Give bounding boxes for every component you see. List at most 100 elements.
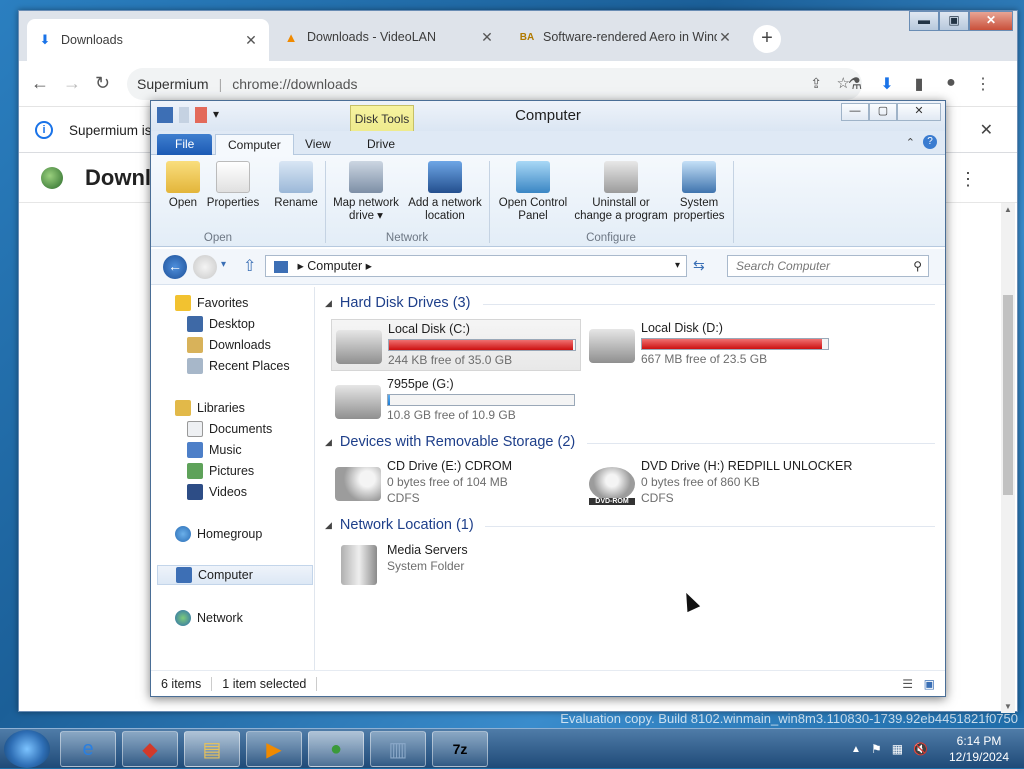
nav-label: Favorites — [197, 296, 249, 310]
tab-title: Software-rendered Aero in Windows — [543, 30, 717, 44]
action-center-flag-icon[interactable]: ⚑ — [871, 742, 882, 756]
tab-close-icon[interactable]: ✕ — [479, 29, 495, 46]
explorer-titlebar[interactable]: ▾ Computer — ▢ ✕ — [151, 101, 945, 131]
nav-computer[interactable]: Computer — [157, 565, 313, 585]
up-arrow-icon[interactable]: ⇧ — [243, 256, 256, 276]
infobar-text: Supermium is — [69, 122, 152, 138]
properties-button[interactable]: Properties — [205, 161, 261, 210]
back-icon[interactable]: ← — [31, 73, 49, 94]
nav-videos[interactable]: Videos — [187, 482, 247, 502]
help-icon[interactable]: ? — [923, 135, 937, 149]
nav-favorites[interactable]: Favorites — [175, 293, 248, 313]
infobar-close-icon[interactable]: ✕ — [980, 120, 993, 140]
labs-icon[interactable]: ⚗ — [845, 74, 865, 94]
taskbar-ie-icon[interactable]: e — [60, 731, 116, 767]
drive-g[interactable]: 7955pe (G:) 10.8 GB free of 10.9 GB — [331, 375, 581, 427]
forward-icon[interactable]: → — [63, 73, 81, 94]
tab-title: Downloads - VideoLAN — [307, 30, 437, 44]
volume-muted-icon[interactable]: 🔇 — [913, 742, 928, 756]
add-network-location-button[interactable]: Add a network location — [405, 161, 485, 223]
drive-c[interactable]: Local Disk (C:) 244 KB free of 35.0 GB — [331, 319, 581, 371]
forward-arrow-icon[interactable] — [193, 255, 217, 279]
minimize-button[interactable]: ▬ — [909, 11, 939, 31]
back-arrow-icon[interactable]: ← — [163, 255, 187, 279]
group-open-label: Open — [203, 232, 233, 244]
drive-e-cd[interactable]: CD Drive (E:) CDROM 0 bytes free of 104 … — [331, 457, 581, 509]
system-properties-button[interactable]: System properties — [671, 161, 727, 223]
details-view-icon[interactable]: ☰ — [902, 677, 913, 691]
more-actions-icon[interactable]: ⋮ — [959, 169, 977, 190]
scrollbar[interactable]: ▲ ▼ — [1001, 203, 1015, 713]
maximize-button[interactable]: ▣ — [939, 11, 969, 31]
nav-homegroup[interactable]: Homegroup — [175, 524, 262, 544]
nav-desktop[interactable]: Desktop — [187, 314, 255, 334]
recent-locations-icon[interactable]: ▾ — [221, 259, 226, 270]
menu-icon[interactable]: ⋮ — [973, 74, 993, 94]
open-button[interactable]: Open — [163, 161, 203, 210]
group-hard-disk-drives[interactable]: ◢ Hard Disk Drives (3) — [325, 293, 470, 313]
tab-close-icon[interactable]: ✕ — [243, 32, 259, 49]
minimize-ribbon-icon[interactable]: ⌃ — [906, 136, 915, 149]
nav-libraries[interactable]: Libraries — [175, 398, 245, 418]
drive-d[interactable]: Local Disk (D:) 667 MB free of 23.5 GB — [585, 319, 835, 371]
reload-icon[interactable]: ↻ — [95, 73, 110, 94]
new-tab-button[interactable]: + — [753, 25, 781, 53]
breadcrumb[interactable]: ▸ Computer ▸ ▾ — [265, 255, 687, 277]
nav-network[interactable]: Network — [175, 608, 243, 628]
refresh-icon[interactable]: ⇆ — [693, 257, 705, 274]
nav-documents[interactable]: Documents — [187, 419, 272, 439]
start-button[interactable] — [4, 730, 50, 768]
control-panel-label: Open Control Panel — [498, 197, 568, 222]
tab-file[interactable]: File — [157, 134, 213, 155]
desktop-icon — [187, 316, 203, 332]
omnibox[interactable]: Supermium | chrome://downloads ⇪ ☆ — [127, 68, 862, 100]
side-panel-icon[interactable]: ▮ — [909, 74, 929, 94]
search-icon: ⚲ — [913, 259, 922, 273]
close-button[interactable]: ✕ — [969, 11, 1013, 31]
tab-close-icon[interactable]: ✕ — [717, 29, 733, 46]
tab-videolan[interactable]: ▲ Downloads - VideoLAN ✕ — [273, 19, 505, 55]
nav-music[interactable]: Music — [187, 440, 242, 460]
music-icon — [187, 442, 203, 458]
profile-icon[interactable]: ● — [941, 74, 961, 92]
nav-recent-places[interactable]: Recent Places — [187, 356, 290, 376]
scroll-up-icon[interactable]: ▲ — [1001, 205, 1015, 214]
share-icon[interactable]: ⇪ — [810, 75, 822, 92]
media-servers[interactable]: Media Servers System Folder — [331, 541, 581, 593]
taskbar-task-manager-icon[interactable]: ▥ — [370, 731, 426, 767]
network-tray-icon[interactable]: ▦ — [892, 742, 903, 756]
map-network-drive-button[interactable]: Map network drive ▾ — [329, 161, 403, 223]
open-control-panel-button[interactable]: Open Control Panel — [495, 161, 571, 223]
taskbar-explorer-icon[interactable]: ▤ — [184, 731, 240, 767]
address-dropdown-icon[interactable]: ▾ — [675, 256, 680, 276]
tab-view[interactable]: View — [293, 134, 343, 155]
scrollbar-thumb[interactable] — [1003, 295, 1013, 495]
taskbar-app-icon[interactable]: ◆ — [122, 731, 178, 767]
taskbar-supermium-icon[interactable]: ● — [308, 731, 364, 767]
rename-button[interactable]: Rename — [271, 161, 321, 210]
large-icons-view-icon[interactable]: ▣ — [924, 677, 935, 691]
downloads-icon[interactable]: ⬇ — [877, 74, 897, 94]
tab-computer[interactable]: Computer — [215, 134, 294, 155]
scroll-down-icon[interactable]: ▼ — [1001, 702, 1015, 711]
tab-aero[interactable]: BA Software-rendered Aero in Windows ✕ — [509, 19, 743, 55]
group-network-location[interactable]: ◢ Network Location (1) — [325, 515, 474, 535]
explorer-maximize-button[interactable]: ▢ — [869, 103, 897, 121]
tab-downloads[interactable]: ⬇ Downloads ✕ — [27, 19, 269, 61]
search-input[interactable]: Search Computer ⚲ — [727, 255, 929, 277]
nav-pictures[interactable]: Pictures — [187, 461, 254, 481]
uninstall-program-button[interactable]: Uninstall or change a program — [573, 161, 669, 223]
explorer-close-button[interactable]: ✕ — [897, 103, 941, 121]
taskbar-media-player-icon[interactable]: ▶ — [246, 731, 302, 767]
nav-downloads[interactable]: Downloads — [187, 335, 271, 355]
taskbar-7zip-icon[interactable]: 7z — [432, 731, 488, 767]
breadcrumb-computer[interactable]: Computer — [307, 259, 362, 273]
clock[interactable]: 6:14 PM 12/19/2024 — [934, 733, 1024, 765]
show-hidden-icons-icon[interactable]: ▲ — [851, 744, 861, 755]
ribbon: Open Properties Rename Map network drive… — [151, 155, 945, 247]
group-removable-storage[interactable]: ◢ Devices with Removable Storage (2) — [325, 432, 575, 452]
tab-drive[interactable]: Drive — [355, 134, 407, 155]
explorer-minimize-button[interactable]: — — [841, 103, 869, 121]
tab-title: Downloads — [61, 33, 123, 47]
drive-h-dvd[interactable]: DVD-ROM DVD Drive (H:) REDPILL UNLOCKER … — [585, 457, 852, 509]
